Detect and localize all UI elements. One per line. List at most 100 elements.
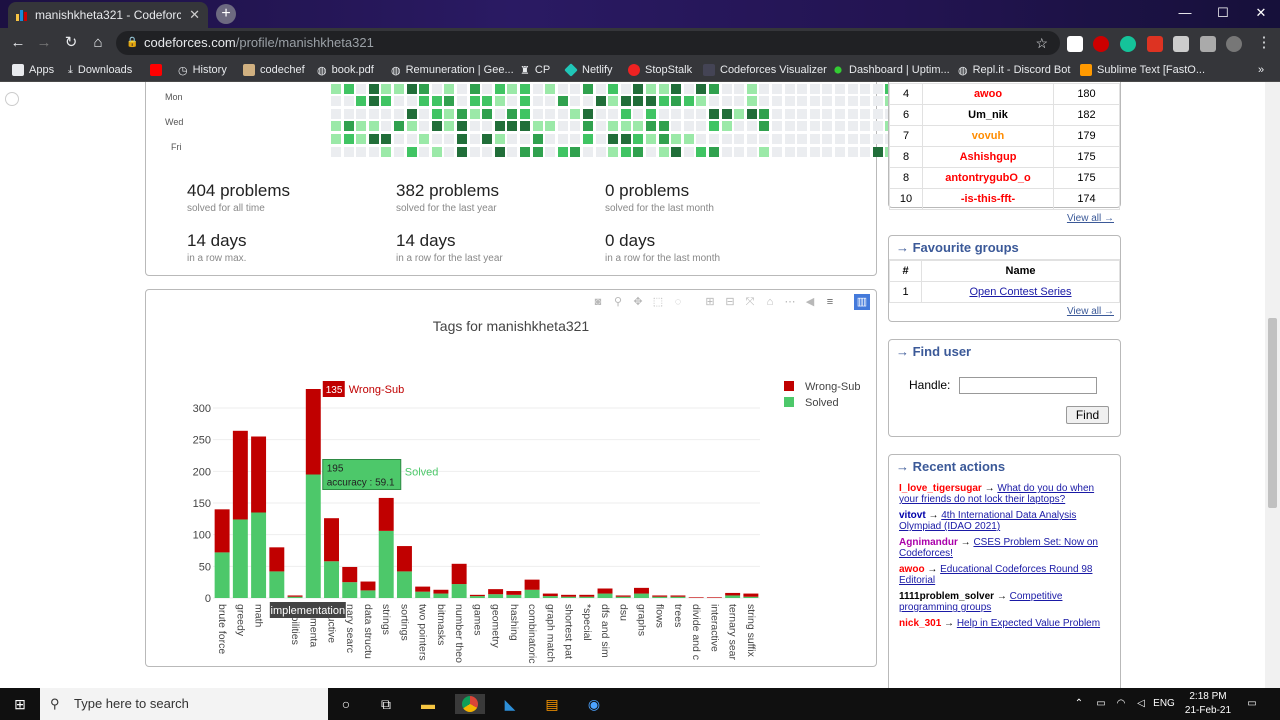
heatmap-cell[interactable] <box>343 121 354 132</box>
scrollbar-thumb[interactable] <box>1268 318 1277 508</box>
heatmap-cell[interactable] <box>620 134 631 144</box>
heatmap-cell[interactable] <box>595 96 606 107</box>
heatmap-cell[interactable] <box>633 121 644 132</box>
heatmap-cell[interactable] <box>457 121 467 132</box>
heatmap-cell[interactable] <box>457 96 467 107</box>
heatmap-cell[interactable] <box>507 146 518 157</box>
bookmark-remuneration[interactable]: ◍ Remuneration | Gee... <box>391 62 514 78</box>
heatmap-cell[interactable] <box>872 83 883 94</box>
heatmap-cell[interactable] <box>457 146 467 157</box>
menu-icon[interactable]: ⋮ <box>1254 33 1274 53</box>
sublime-icon[interactable]: ▤ <box>542 694 562 714</box>
heatmap-cell[interactable] <box>469 83 480 94</box>
close-tab-icon[interactable]: ✕ <box>189 7 200 23</box>
app-icon[interactable]: ◉ <box>584 694 604 714</box>
heatmap-cell[interactable] <box>683 83 694 94</box>
heatmap-cell[interactable] <box>381 121 392 132</box>
heatmap-cell[interactable] <box>822 121 833 132</box>
heatmap-cell[interactable] <box>520 121 530 132</box>
heatmap-cell[interactable] <box>671 96 682 107</box>
heatmap-cell[interactable] <box>847 96 858 107</box>
heatmap-cell[interactable] <box>709 134 719 144</box>
heatmap-cell[interactable] <box>671 146 682 157</box>
heatmap-cell[interactable] <box>809 96 820 107</box>
heatmap-cell[interactable] <box>406 134 417 144</box>
heatmap-cell[interactable] <box>608 108 619 119</box>
heatmap-cell[interactable] <box>671 121 682 132</box>
heatmap-cell[interactable] <box>671 83 682 94</box>
heatmap-cell[interactable] <box>343 134 354 144</box>
heatmap-cell[interactable] <box>847 134 858 144</box>
bookmark-history[interactable]: ◷ History <box>178 62 227 78</box>
heatmap-cell[interactable] <box>419 134 430 144</box>
heatmap-cell[interactable] <box>759 96 770 107</box>
bookmark-cf-visualizer[interactable]: Codeforces Visualizer <box>703 62 827 78</box>
taskbar-search[interactable]: ⚲ Type here to search <box>40 688 328 720</box>
heatmap-cell[interactable] <box>381 146 392 157</box>
heatmap-cell[interactable] <box>419 108 430 119</box>
rated-user[interactable]: vovuh <box>922 125 1054 147</box>
heatmap-cell[interactable] <box>608 121 619 132</box>
heatmap-cell[interactable] <box>658 96 669 107</box>
heatmap-cell[interactable] <box>482 96 493 107</box>
bookmark-star-icon[interactable]: ☆ <box>1035 31 1048 55</box>
vscode-icon[interactable]: ◣ <box>500 694 520 714</box>
heatmap-cell[interactable] <box>368 96 379 107</box>
heatmap-cell[interactable] <box>482 146 493 157</box>
heatmap-cell[interactable] <box>759 134 770 144</box>
heatmap-cell[interactable] <box>709 121 719 132</box>
heatmap-cell[interactable] <box>784 96 795 107</box>
tab-codeforces[interactable]: manishkheta321 - Codeforces ✕ <box>8 2 208 28</box>
heatmap-cell[interactable] <box>444 108 455 119</box>
heatmap-cell[interactable] <box>431 134 442 144</box>
heatmap-cell[interactable] <box>570 96 581 107</box>
bookmark-book[interactable]: ◍ book.pdf <box>317 62 374 78</box>
heatmap-cell[interactable] <box>457 134 467 144</box>
heatmap-cell[interactable] <box>545 108 556 119</box>
rated-user[interactable]: Um_nik <box>922 104 1054 126</box>
recent-action-user[interactable]: I_love_tigersugar <box>899 483 982 494</box>
heatmap-cell[interactable] <box>532 146 543 157</box>
heatmap-cell[interactable] <box>822 108 833 119</box>
heatmap-cell[interactable] <box>482 108 493 119</box>
windows-start-icon[interactable]: ⊞ <box>10 694 30 714</box>
heatmap-cell[interactable] <box>557 108 568 119</box>
heatmap-cell[interactable] <box>570 121 581 132</box>
rated-user[interactable]: awoo <box>922 83 1054 105</box>
heatmap-cell[interactable] <box>595 146 606 157</box>
heatmap-cell[interactable] <box>520 83 530 94</box>
back-icon[interactable]: ← <box>8 33 28 53</box>
heatmap-cell[interactable] <box>746 108 757 119</box>
heatmap-cell[interactable] <box>746 83 757 94</box>
heatmap-cell[interactable] <box>381 134 392 144</box>
cortana-icon[interactable]: ○ <box>336 694 356 714</box>
extension-icon[interactable] <box>1067 36 1083 52</box>
heatmap-cell[interactable] <box>734 146 745 157</box>
heatmap-cell[interactable] <box>797 83 808 94</box>
heatmap-cell[interactable] <box>696 96 707 107</box>
heatmap-cell[interactable] <box>696 134 707 144</box>
heatmap-cell[interactable] <box>557 121 568 132</box>
heatmap-cell[interactable] <box>784 83 795 94</box>
heatmap-cell[interactable] <box>431 121 442 132</box>
group-link[interactable]: Open Contest Series <box>969 286 1071 298</box>
heatmap-cell[interactable] <box>381 96 392 107</box>
heatmap-cell[interactable] <box>772 108 782 119</box>
adblock-icon[interactable] <box>1093 36 1109 52</box>
heatmap-cell[interactable] <box>557 146 568 157</box>
heatmap-cell[interactable] <box>772 83 782 94</box>
heatmap-cell[interactable] <box>658 83 669 94</box>
heatmap-cell[interactable] <box>683 108 694 119</box>
heatmap-cell[interactable] <box>507 121 518 132</box>
heatmap-cell[interactable] <box>772 96 782 107</box>
heatmap-cell[interactable] <box>419 146 430 157</box>
file-explorer-icon[interactable]: ▬ <box>418 694 438 714</box>
heatmap-cell[interactable] <box>696 108 707 119</box>
view-all-rated-link[interactable]: View all → <box>889 210 1120 227</box>
heatmap-cell[interactable] <box>658 121 669 132</box>
heatmap-cell[interactable] <box>444 121 455 132</box>
heatmap-cell[interactable] <box>809 146 820 157</box>
heatmap-cell[interactable] <box>331 146 341 157</box>
heatmap-cell[interactable] <box>583 134 593 144</box>
heatmap-cell[interactable] <box>520 146 530 157</box>
